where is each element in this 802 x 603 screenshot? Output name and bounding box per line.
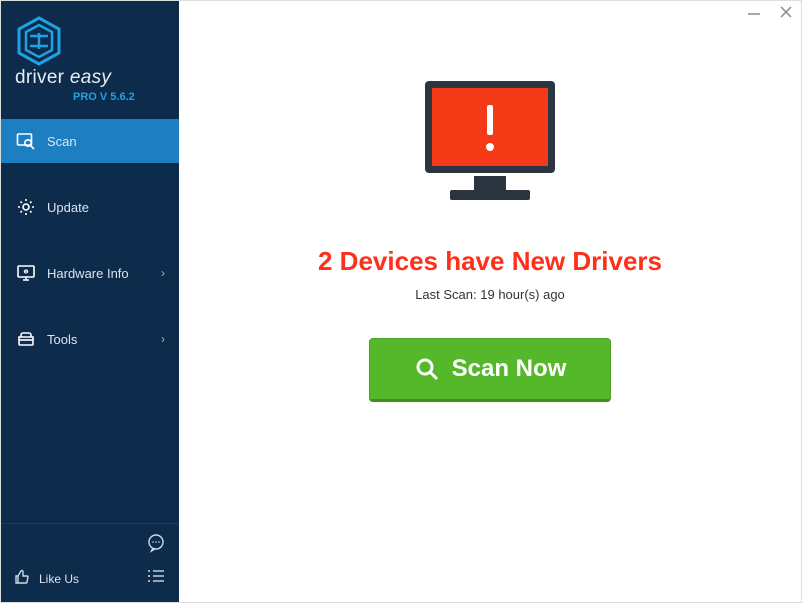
chevron-right-icon: › bbox=[161, 332, 165, 346]
sidebar-item-hardware[interactable]: i Hardware Info › bbox=[1, 251, 179, 295]
sidebar-item-scan[interactable]: Scan bbox=[1, 119, 179, 163]
toolbox-icon bbox=[15, 328, 37, 350]
main-panel: 2 Devices have New Drivers Last Scan: 19… bbox=[179, 1, 801, 602]
brand-version: PRO V 5.6.2 bbox=[73, 91, 165, 103]
thumbs-up-icon bbox=[13, 568, 31, 589]
search-icon bbox=[414, 356, 440, 382]
sidebar-footer: Like Us bbox=[1, 523, 179, 602]
chat-bubble-icon[interactable] bbox=[145, 532, 167, 559]
close-button[interactable] bbox=[779, 5, 793, 24]
brand-logo-icon bbox=[15, 15, 63, 67]
sidebar-nav: Scan Update bbox=[1, 119, 179, 383]
last-scan-text: Last Scan: 19 hour(s) ago bbox=[415, 287, 565, 302]
sidebar-item-tools[interactable]: Tools › bbox=[1, 317, 179, 361]
status-headline: 2 Devices have New Drivers bbox=[318, 246, 662, 277]
nav-label-tools: Tools bbox=[47, 332, 161, 347]
scan-icon bbox=[15, 130, 37, 152]
scan-now-button[interactable]: Scan Now bbox=[369, 338, 612, 402]
nav-label-scan: Scan bbox=[47, 134, 165, 149]
sidebar-item-update[interactable]: Update bbox=[1, 185, 179, 229]
brand-name-part1: driver bbox=[15, 67, 70, 88]
monitor-alert-icon: i bbox=[15, 262, 37, 284]
app-window: driver easy PRO V 5.6.2 Scan bbox=[0, 0, 802, 603]
like-us-button[interactable]: Like Us bbox=[13, 568, 79, 589]
brand-name: driver easy bbox=[15, 67, 165, 89]
chevron-right-icon: › bbox=[161, 266, 165, 280]
nav-label-update: Update bbox=[47, 200, 165, 215]
brand-name-part2: easy bbox=[70, 67, 111, 88]
nav-label-hardware: Hardware Info bbox=[47, 266, 161, 281]
gear-icon bbox=[15, 196, 37, 218]
minimize-button[interactable] bbox=[747, 5, 761, 24]
like-us-label: Like Us bbox=[39, 572, 79, 586]
menu-list-icon[interactable] bbox=[145, 565, 167, 592]
scan-now-label: Scan Now bbox=[452, 355, 567, 383]
window-controls bbox=[747, 5, 793, 24]
monitor-alert-illustration bbox=[410, 71, 570, 226]
brand-block: driver easy PRO V 5.6.2 bbox=[1, 1, 179, 113]
sidebar: driver easy PRO V 5.6.2 Scan bbox=[1, 1, 179, 602]
